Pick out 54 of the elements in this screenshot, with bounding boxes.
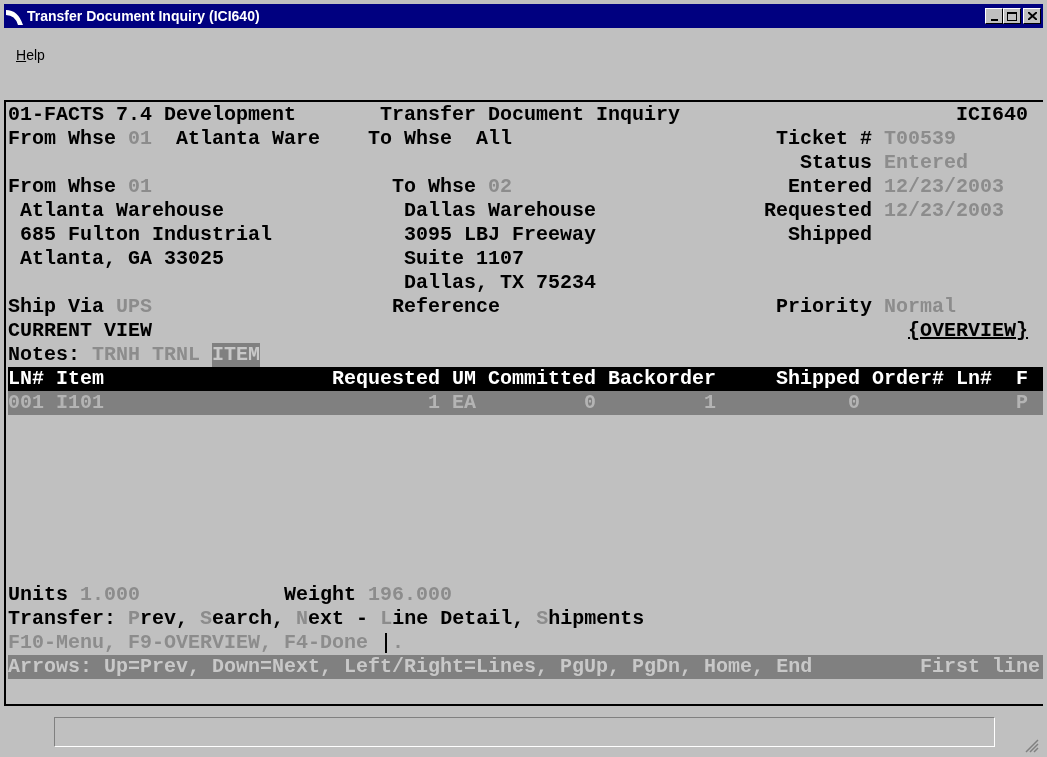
field-label: Entered	[787, 175, 872, 199]
field-label: From Whse	[8, 127, 116, 151]
note-tab[interactable]: ITEM	[212, 343, 260, 367]
screen-title: Transfer Document Inquiry	[380, 103, 680, 127]
menu-item[interactable]: Help	[16, 45, 45, 66]
field-label: To Whse	[392, 175, 476, 199]
view-link[interactable]: {OVERVIEW}	[908, 319, 1028, 343]
app-logo-icon	[6, 7, 24, 25]
column-header: Backorder	[608, 367, 716, 391]
address-line: Dallas Warehouse	[404, 199, 596, 223]
window-title: Transfer Document Inquiry (ICI640)	[27, 6, 260, 26]
program-code: ICI640	[955, 103, 1028, 127]
field-label: Priority	[775, 295, 872, 319]
column-header: Ln#	[956, 367, 992, 391]
text-cursor-icon	[385, 633, 387, 653]
field-label: Requested	[762, 199, 872, 223]
column-header: LN#	[8, 367, 44, 391]
field-label: Status	[799, 151, 872, 175]
column-header: Order#	[872, 367, 944, 391]
field-label: Shipped	[787, 223, 872, 247]
close-icon	[1027, 12, 1037, 20]
input-text: .	[392, 631, 404, 655]
view-label: CURRENT VIEW	[8, 319, 152, 343]
field-value: All	[476, 127, 512, 151]
column-header: Shipped	[776, 367, 860, 391]
field-label: From Whse	[8, 175, 116, 199]
field-label: To Whse	[368, 127, 452, 151]
address-line: Dallas, TX 75234	[404, 271, 596, 295]
column-header: Requested	[332, 367, 440, 391]
address-line: Suite 1107	[404, 247, 524, 271]
address-line: Atlanta, GA 33025	[20, 247, 224, 271]
field-label: Units	[8, 583, 68, 607]
field-label: Weight	[284, 583, 356, 607]
address-line: 685 Fulton Industrial	[20, 223, 272, 247]
field-label: Reference	[392, 295, 500, 319]
address-line: Atlanta Warehouse	[20, 199, 224, 223]
column-header: Item	[56, 367, 105, 391]
column-header: Committed	[488, 367, 596, 391]
hint-text: Arrows: Up=Prev, Down=Next, Left/Right=Lines, PgUp, PgDn, Home, End	[8, 655, 812, 679]
field-label: Ticket #	[775, 127, 872, 151]
maximize-icon	[1007, 11, 1017, 21]
minimize-icon	[990, 19, 998, 21]
column-header: F	[1016, 367, 1029, 391]
maximize-button[interactable]	[1003, 8, 1021, 24]
position-text: First line	[918, 655, 1040, 679]
field-label: Ship Via	[8, 295, 104, 319]
field-value: Atlanta Ware	[176, 127, 320, 151]
minimize-button[interactable]	[985, 8, 1003, 24]
resize-grip-icon[interactable]	[1025, 739, 1039, 753]
close-button[interactable]	[1023, 8, 1041, 24]
notes-label: Notes:	[8, 343, 80, 367]
column-header: UM	[452, 367, 476, 391]
company-name: 01-FACTS 7.4 Development	[8, 103, 296, 127]
address-line: 3095 LBJ Freeway	[404, 223, 596, 247]
